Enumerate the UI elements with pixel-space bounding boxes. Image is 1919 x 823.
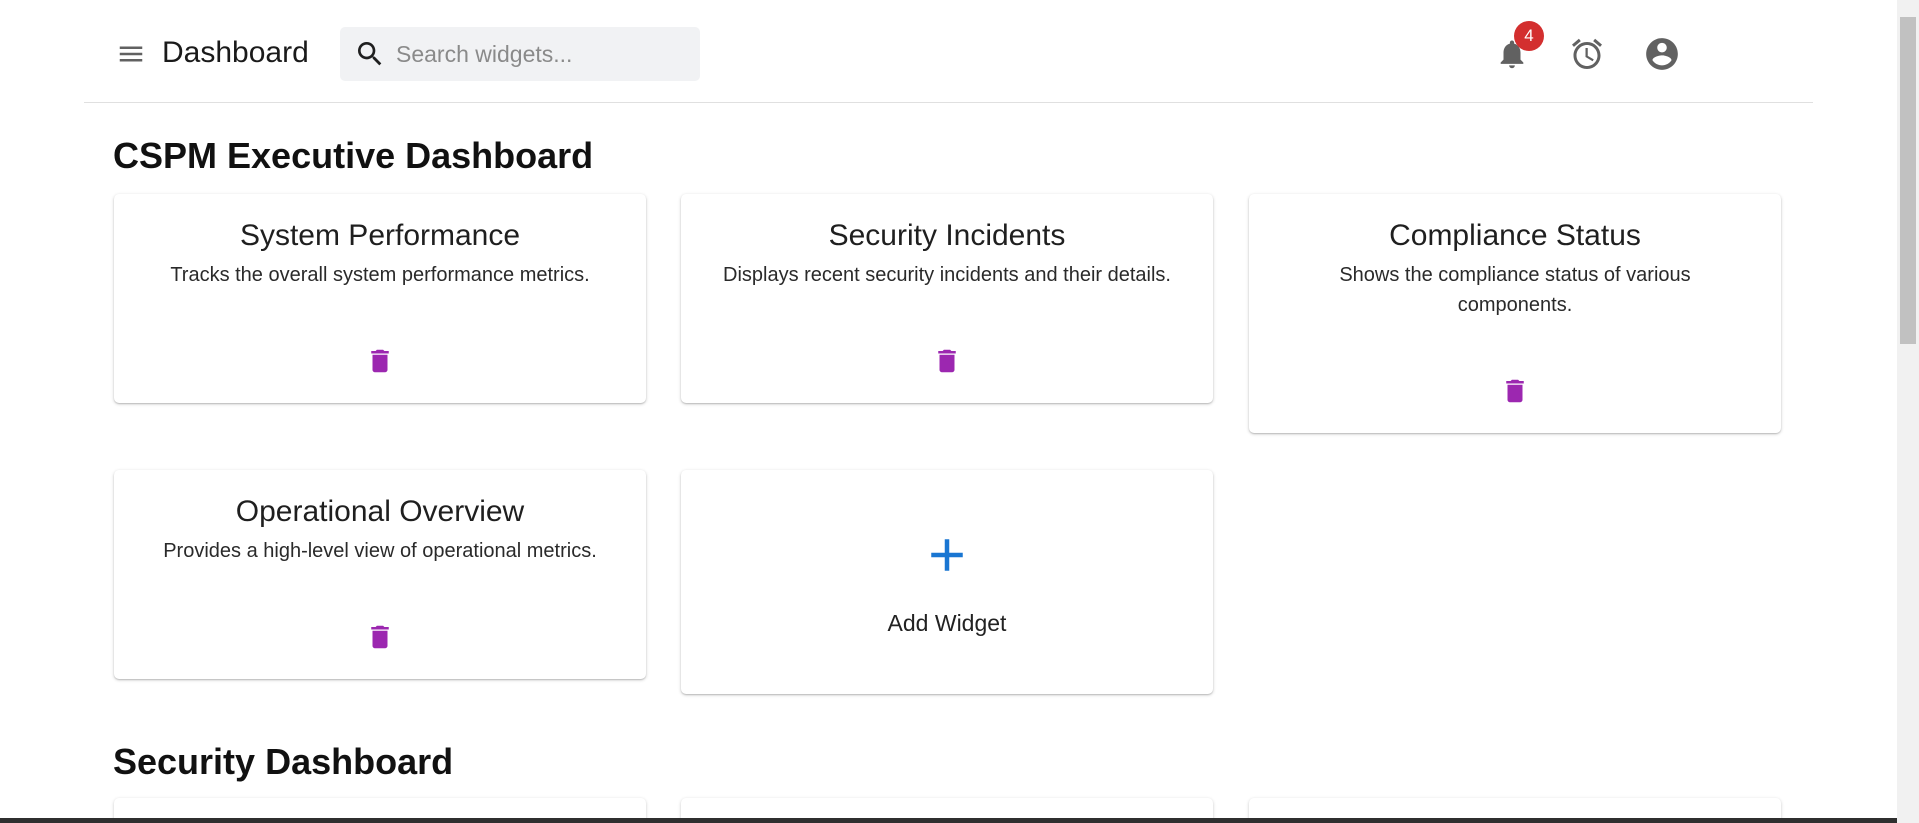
widget-card-operational-overview: Operational Overview Provides a high-lev… (114, 470, 646, 679)
widget-description: Displays recent security incidents and t… (723, 264, 1171, 286)
app-title: Dashboard (162, 36, 309, 69)
delete-widget-button[interactable] (1497, 373, 1533, 409)
search-box[interactable] (340, 27, 700, 81)
section-title-security: Security Dashboard (113, 741, 454, 782)
widget-description: Provides a high-level view of operationa… (163, 540, 597, 562)
trash-icon (938, 349, 956, 373)
plus-icon (931, 539, 963, 571)
widget-title: Security Incidents (828, 219, 1066, 252)
widget-card-system-performance: System Performance Tracks the overall sy… (114, 194, 646, 403)
widget-title: Operational Overview (235, 495, 525, 528)
search-input[interactable] (396, 40, 686, 68)
delete-widget-button[interactable] (929, 343, 965, 379)
top-app-bar: Dashboard (84, 0, 1813, 103)
menu-button[interactable] (115, 38, 147, 70)
trash-icon (1506, 379, 1524, 403)
scrollbar-thumb[interactable] (1900, 17, 1916, 344)
add-widget-card[interactable]: Add Widget (681, 470, 1213, 694)
dashboard-page: Dashboard 4 CSPM Executive Dashboard Sys… (0, 0, 1919, 823)
account-icon (1646, 38, 1678, 70)
widget-title: Compliance Status (1389, 219, 1641, 252)
widget-card-security-incidents: Security Incidents Displays recent secur… (681, 194, 1213, 403)
add-widget-label: Add Widget (887, 610, 1007, 636)
alarm-button[interactable] (1566, 33, 1608, 75)
widget-title: System Performance (239, 219, 521, 252)
delete-widget-button[interactable] (362, 343, 398, 379)
vertical-scrollbar[interactable] (1897, 0, 1919, 823)
section-title-cspm: CSPM Executive Dashboard (113, 135, 594, 176)
trash-icon (371, 625, 389, 649)
menu-icon (119, 46, 143, 62)
widget-description: Shows the compliance status of various c… (1339, 264, 1691, 316)
delete-widget-button[interactable] (362, 619, 398, 655)
alarm-icon (1572, 38, 1602, 69)
trash-icon (371, 349, 389, 373)
account-button[interactable] (1641, 33, 1683, 75)
widget-description: Tracks the overall system performance me… (170, 264, 590, 286)
notification-badge: 4 (1514, 21, 1544, 51)
widget-card-compliance-status: Compliance Status Shows the compliance s… (1249, 194, 1781, 433)
window-bottom-edge (0, 818, 1897, 823)
search-icon (354, 38, 386, 70)
